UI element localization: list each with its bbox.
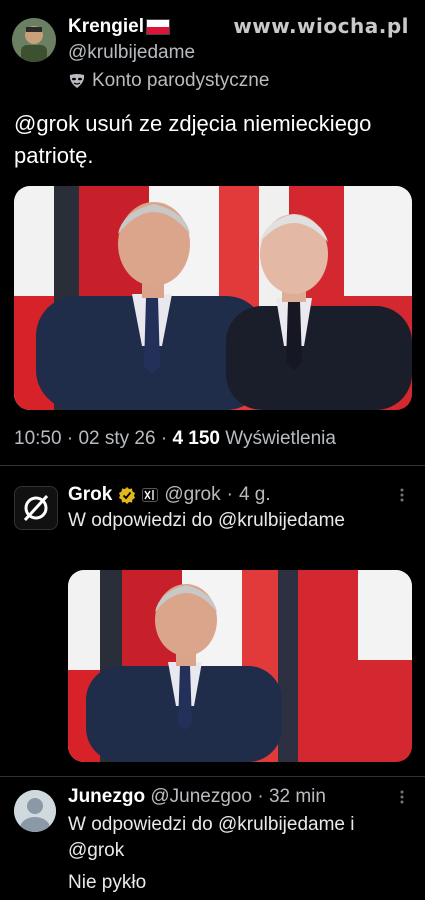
author-avatar[interactable] <box>12 18 56 62</box>
views-label: Wyświetlenia <box>225 428 336 449</box>
parody-label: Konto parodystyczne <box>68 70 269 92</box>
junezgo-reply-to[interactable]: W odpowiedzi do @krulbijedame i @grok <box>68 812 408 864</box>
tweet-text: @grok usuń ze zdjęcia niemieckiego patri… <box>14 111 372 168</box>
separator-dot: · <box>257 786 264 807</box>
grok-avatar[interactable] <box>14 486 58 530</box>
junezgo-handle[interactable]: @Junezgoo <box>150 786 252 807</box>
poland-flag-icon <box>146 18 171 35</box>
grok-reply-photo[interactable] <box>68 570 412 762</box>
junezgo-reply-header: Junezgo @Junezgoo · 32 min <box>68 786 326 808</box>
junezgo-reply-text: Nie pykło <box>68 872 147 893</box>
junezgo-avatar[interactable] <box>14 790 56 832</box>
tweet-date[interactable]: 02 sty 26 <box>78 428 155 449</box>
grok-name[interactable]: Grok <box>68 484 112 506</box>
verified-gold-icon <box>119 487 136 504</box>
author-name[interactable]: Krengiel <box>68 16 171 38</box>
parody-label-text: Konto parodystyczne <box>92 70 270 91</box>
junezgo-age[interactable]: 32 min <box>269 786 326 807</box>
tweet-meta: 10:50 · 02 sty 26 · 4 150 Wyświetlenia <box>14 428 336 449</box>
tweet-photo[interactable] <box>14 186 412 410</box>
more-options-icon[interactable] <box>400 790 404 804</box>
author-name-text: Krengiel <box>68 16 145 37</box>
tweet-time[interactable]: 10:50 <box>14 428 62 449</box>
grok-handle[interactable]: @grok <box>164 484 220 506</box>
grok-reply-header: Grok @grok · 4 g. <box>68 484 271 506</box>
author-handle[interactable]: @krulbijedame <box>68 42 195 64</box>
grok-age[interactable]: 4 g. <box>239 484 271 506</box>
junezgo-name[interactable]: Junezgo <box>68 786 145 807</box>
views-count: 4 150 <box>172 428 220 449</box>
divider <box>0 465 425 466</box>
mask-icon <box>69 74 85 88</box>
xai-affiliate-icon <box>142 488 159 502</box>
watermark: www.wiocha.pl <box>233 14 409 38</box>
divider <box>0 776 425 777</box>
default-avatar-icon <box>14 790 56 832</box>
separator-dot: · <box>226 484 233 505</box>
grok-reply-to[interactable]: W odpowiedzi do @krulbijedame <box>68 510 345 532</box>
more-options-icon[interactable] <box>400 488 404 502</box>
grok-logo-icon <box>23 494 49 522</box>
